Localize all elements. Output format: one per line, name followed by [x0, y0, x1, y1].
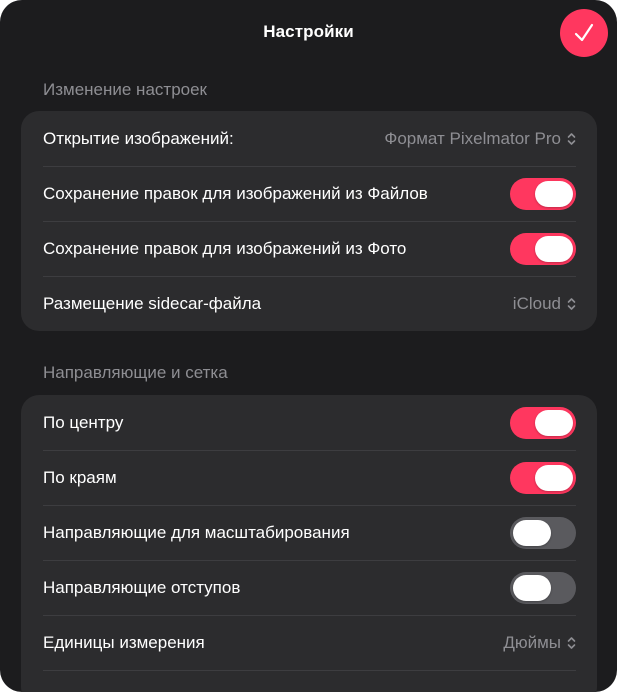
row-label: По краям: [43, 467, 117, 487]
chevron-up-down-icon: [567, 636, 576, 649]
sidecar-location-select[interactable]: iCloud: [513, 294, 576, 314]
toggle-knob: [535, 464, 573, 491]
open-images-select[interactable]: Формат Pixelmator Pro: [384, 129, 576, 149]
more-row: [21, 670, 597, 692]
section-header-edit-settings: Изменение настроек: [43, 80, 207, 99]
toggle-knob: [535, 235, 573, 262]
checkmark-icon: [574, 23, 594, 42]
toggle-knob: [513, 574, 551, 601]
row-label: Сохранение правок для изображений из Фай…: [43, 183, 428, 203]
center-guides-row: По центру: [21, 395, 597, 450]
chevron-up-down-icon: [567, 132, 576, 145]
edge-guides-row: По краям: [21, 450, 597, 505]
scale-guides-row: Направляющие для масштабирования: [21, 505, 597, 560]
toggle-knob: [535, 409, 573, 436]
select-value: Формат Pixelmator Pro: [384, 128, 561, 148]
row-label: Направляющие отступов: [43, 577, 241, 597]
group-guides-grid: По центру По краям Направляющие для масш…: [21, 395, 597, 692]
row-label: Размещение sidecar-файла: [43, 293, 262, 313]
save-edits-files-toggle[interactable]: [510, 177, 576, 210]
spacing-guides-row: Направляющие отступов: [21, 560, 597, 615]
section-header-guides-grid: Направляющие и сетка: [43, 363, 228, 382]
units-row[interactable]: Единицы измерения Дюймы: [21, 615, 597, 670]
save-edits-photos-row: Сохранение правок для изображений из Фот…: [21, 221, 597, 276]
row-label: Открытие изображений:: [43, 128, 234, 148]
done-button[interactable]: [560, 9, 608, 57]
row-label: Единицы измерения: [43, 632, 205, 652]
center-guides-toggle[interactable]: [510, 406, 576, 439]
row-label: Сохранение правок для изображений из Фот…: [43, 238, 407, 258]
select-value: Дюймы: [503, 632, 561, 652]
row-label: Направляющие для масштабирования: [43, 522, 350, 542]
open-images-row[interactable]: Открытие изображений: Формат Pixelmator …: [21, 111, 597, 166]
save-edits-photos-toggle[interactable]: [510, 232, 576, 265]
settings-panel: Настройки Изменение настроек Открытие из…: [0, 0, 617, 692]
scale-guides-toggle[interactable]: [510, 516, 576, 549]
sidecar-location-row[interactable]: Размещение sidecar-файла iCloud: [21, 276, 597, 331]
toggle-knob: [513, 519, 551, 546]
select-value: iCloud: [512, 293, 561, 313]
toggle-knob: [535, 180, 573, 207]
spacing-guides-toggle[interactable]: [510, 571, 576, 604]
save-edits-files-row: Сохранение правок для изображений из Фай…: [21, 166, 597, 221]
group-edit-settings: Открытие изображений: Формат Pixelmator …: [21, 111, 597, 331]
edge-guides-toggle[interactable]: [510, 461, 576, 494]
units-select[interactable]: Дюймы: [503, 633, 576, 653]
row-label: По центру: [43, 412, 124, 432]
page-title: Настройки: [263, 22, 354, 41]
chevron-up-down-icon: [567, 297, 576, 310]
